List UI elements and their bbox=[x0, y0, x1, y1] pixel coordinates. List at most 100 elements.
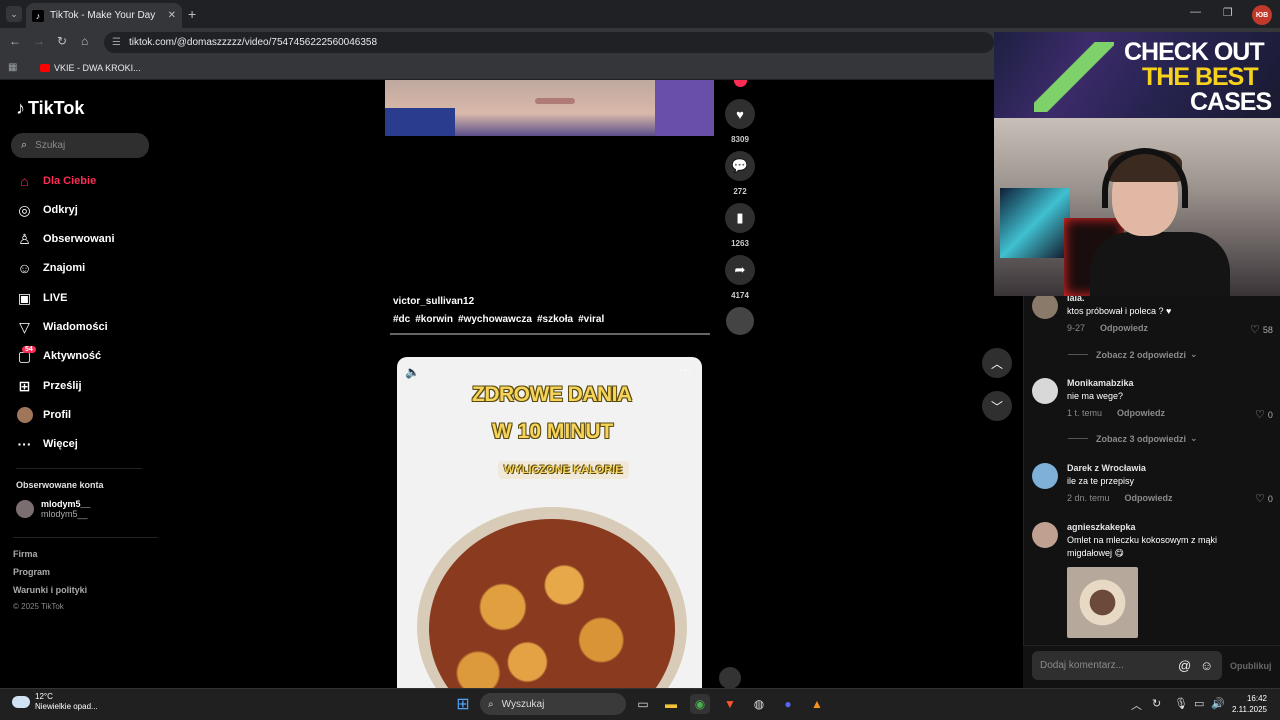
follow-badge-icon[interactable] bbox=[734, 80, 747, 87]
comment-text: Omlet na mleczku kokosowym z mąki migdał… bbox=[1067, 535, 1218, 558]
windows-start-icon[interactable]: ⊞ bbox=[453, 694, 473, 714]
comment-author[interactable]: agnieszkakepka bbox=[1067, 522, 1237, 532]
bookmark-item[interactable]: VKIE - DWA KROKI... bbox=[54, 63, 141, 73]
comment-likes[interactable]: ♡ 0 bbox=[1255, 492, 1273, 505]
hashtag[interactable]: #szkoła bbox=[537, 314, 573, 325]
comment-input[interactable]: Dodaj komentarz... @ ☺ bbox=[1032, 651, 1222, 680]
avatar[interactable] bbox=[1032, 378, 1058, 404]
view-replies-button[interactable]: Zobacz 3 odpowiedzi ⌄ bbox=[1068, 433, 1198, 444]
tab-tiktok[interactable]: ♪ TikTok - Make Your Day ✕ bbox=[26, 3, 182, 28]
task-view-icon[interactable]: ▭ bbox=[633, 694, 653, 714]
banner-line3: CASES bbox=[1190, 88, 1272, 116]
volume-icon[interactable]: 🔊 bbox=[1211, 697, 1225, 710]
hashtag[interactable]: #dc bbox=[393, 314, 410, 325]
followed-account[interactable]: mlodym5__ mlodym5__ bbox=[16, 499, 91, 519]
sidebar-item-explore[interactable]: ◎ Odkryj bbox=[16, 200, 77, 220]
video-progress-bar[interactable] bbox=[390, 333, 710, 335]
like-count: 58 bbox=[1262, 324, 1273, 335]
save-button[interactable]: ▮ bbox=[725, 203, 755, 233]
avatar[interactable] bbox=[1032, 293, 1058, 319]
microphone-icon[interactable]: 🎙 bbox=[1174, 697, 1188, 710]
chevron-down-icon: ⌄ bbox=[1190, 433, 1198, 443]
minimize-button[interactable]: — bbox=[1190, 6, 1201, 19]
clock[interactable]: 16:42 2.11.2025 bbox=[1232, 693, 1267, 715]
hashtag[interactable]: #korwin bbox=[415, 314, 453, 325]
activity-badge: 54 bbox=[22, 346, 36, 353]
sidebar-item-live[interactable]: ▣ LIVE bbox=[16, 288, 68, 308]
sidebar-item-label: Aktywność bbox=[43, 350, 102, 362]
comment-author[interactable]: Darek z Wrocławia bbox=[1067, 463, 1277, 473]
comment-item: agnieszkakepka Omlet na mleczku kokosowy… bbox=[1032, 522, 1237, 560]
file-explorer-icon[interactable]: ▬ bbox=[661, 694, 681, 714]
discord-icon[interactable]: ● bbox=[778, 694, 798, 714]
sync-icon[interactable]: ↻ bbox=[1152, 697, 1161, 710]
reload-icon[interactable]: ↻ bbox=[57, 34, 67, 48]
taskbar-search[interactable]: ⌕ Wyszukaj bbox=[480, 693, 626, 715]
comment-likes[interactable]: ♡ 58 bbox=[1250, 323, 1273, 336]
comment-likes[interactable]: ♡ 0 bbox=[1255, 408, 1273, 421]
tab-search-button[interactable]: ⌄ bbox=[6, 6, 22, 22]
comment-image[interactable] bbox=[1067, 567, 1138, 638]
tab-title: TikTok - Make Your Day bbox=[50, 10, 156, 21]
sidebar-item-more[interactable]: ··· Więcej bbox=[16, 434, 78, 454]
browser-profile-avatar[interactable]: ЮВ bbox=[1252, 5, 1272, 25]
sidebar-item-following[interactable]: ♙ Obserwowani bbox=[16, 229, 114, 249]
avatar[interactable] bbox=[1032, 463, 1058, 489]
sidebar-item-friends[interactable]: ☺ Znajomi bbox=[16, 258, 85, 278]
view-replies-button[interactable]: Zobacz 2 odpowiedzi ⌄ bbox=[1068, 349, 1198, 360]
comment-button[interactable]: 💬 bbox=[725, 151, 755, 181]
tiktok-note-icon: ♪ bbox=[16, 98, 25, 118]
heart-outline-icon: ♡ bbox=[1255, 493, 1265, 505]
comment-icon: 💬 bbox=[731, 158, 749, 173]
publish-button[interactable]: Opublikuj bbox=[1230, 661, 1272, 671]
footer-link-program[interactable]: Program bbox=[13, 567, 50, 577]
site-info-icon[interactable]: ☰ bbox=[112, 37, 121, 48]
sidebar-item-profile[interactable]: Profil bbox=[16, 405, 71, 425]
previous-video-button[interactable]: ︿ bbox=[982, 348, 1012, 378]
apps-grid-icon[interactable]: ▦ bbox=[8, 62, 20, 73]
share-count: 4174 bbox=[731, 291, 749, 300]
reply-button[interactable]: Odpowiedz bbox=[1117, 408, 1165, 418]
tiktok-logo[interactable]: ♪ TikTok bbox=[16, 98, 84, 119]
footer-link-company[interactable]: Firma bbox=[13, 549, 38, 559]
weather-widget[interactable]: 12°C Niewielkie opad... bbox=[12, 692, 98, 712]
sidebar-item-for-you[interactable]: ⌂ Dla Ciebie bbox=[16, 171, 96, 191]
app-icon[interactable]: ▲ bbox=[807, 694, 827, 714]
like-button[interactable]: ♥ bbox=[725, 99, 755, 129]
emoji-icon[interactable]: ☺ bbox=[1200, 658, 1213, 673]
hashtag[interactable]: #wychowawcza bbox=[458, 314, 532, 325]
sidebar-item-upload[interactable]: ⊞ Prześlij bbox=[16, 376, 82, 396]
reply-button[interactable]: Odpowiedz bbox=[1125, 493, 1173, 503]
brave-icon[interactable]: ▼ bbox=[720, 694, 740, 714]
share-icon: ➦ bbox=[734, 262, 746, 277]
video-player-2[interactable]: 🔈 ··· ZDROWE DANIA W 10 MINUT WYLICZONE … bbox=[397, 357, 702, 688]
share-button[interactable]: ➦ bbox=[725, 255, 755, 285]
address-bar[interactable]: ☰ tiktok.com/@domaszzzzz/video/754745622… bbox=[104, 32, 994, 53]
forward-icon[interactable]: → bbox=[33, 34, 45, 48]
author-avatar[interactable] bbox=[719, 667, 741, 689]
footer-link-terms[interactable]: Warunki i polityki bbox=[13, 585, 87, 595]
volume-icon[interactable]: 🔈 bbox=[405, 365, 420, 379]
hashtag[interactable]: #viral bbox=[578, 314, 604, 325]
reply-button[interactable]: Odpowiedz bbox=[1100, 323, 1148, 333]
like-count: 0 bbox=[1267, 409, 1273, 420]
avatar[interactable] bbox=[1032, 522, 1058, 548]
maximize-button[interactable]: ❐ bbox=[1223, 6, 1233, 19]
close-tab-icon[interactable]: ✕ bbox=[168, 10, 176, 21]
network-icon[interactable]: ▭ bbox=[1194, 697, 1204, 710]
search-input[interactable]: ⌕ Szukaj bbox=[11, 133, 149, 158]
new-tab-button[interactable]: + bbox=[188, 6, 196, 22]
more-options-icon[interactable]: ··· bbox=[679, 362, 692, 377]
mention-icon[interactable]: @ bbox=[1178, 658, 1191, 673]
video-author[interactable]: victor_sullivan12 bbox=[393, 296, 604, 307]
sidebar-item-messages[interactable]: ▽ Wiadomości bbox=[16, 317, 108, 337]
music-avatar[interactable] bbox=[726, 307, 754, 335]
tray-chevron-up-icon[interactable]: ︿ bbox=[1131, 697, 1142, 713]
steam-icon[interactable]: ◍ bbox=[749, 694, 769, 714]
back-icon[interactable]: ← bbox=[9, 34, 21, 48]
comment-author[interactable]: Monikamabzika bbox=[1067, 378, 1277, 388]
video-player-1[interactable] bbox=[385, 80, 714, 136]
home-button-icon[interactable]: ⌂ bbox=[81, 34, 88, 48]
next-video-button[interactable]: ﹀ bbox=[982, 391, 1012, 421]
chrome-icon[interactable]: ◉ bbox=[690, 694, 710, 714]
